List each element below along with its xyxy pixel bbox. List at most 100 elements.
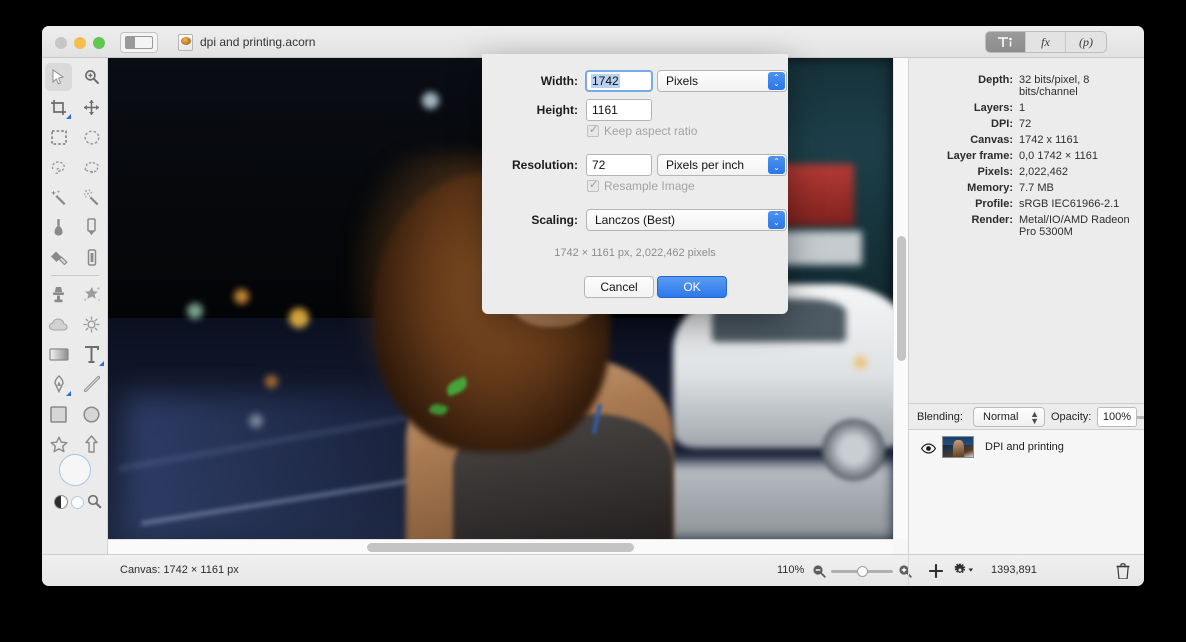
blending-mode-select[interactable]: Normal ▲ ▼ [973, 407, 1045, 427]
lasso-tool[interactable] [42, 152, 75, 182]
minimize-window-button[interactable] [74, 37, 86, 49]
resolution-label: Resolution: [512, 158, 578, 172]
resolution-unit-select[interactable]: Pixels per inch ⌃ ⌄ [657, 154, 787, 176]
horizontal-scrollbar-thumb[interactable] [367, 543, 634, 552]
layer-row[interactable]: DPI and printing [909, 430, 1144, 464]
pointer-coordinates: 1393,891 [991, 564, 1037, 576]
info-key: DPI: [991, 118, 1013, 130]
table-row: Pixels: 2,022,462 [909, 164, 1144, 180]
info-key: Profile: [975, 198, 1013, 210]
foreground-color-swatch[interactable] [54, 495, 68, 509]
zoom-slider[interactable] [812, 563, 912, 579]
photo-bokeh-light [186, 303, 203, 320]
stepper-icon[interactable]: ⌃ ⌄ [768, 72, 785, 90]
keep-aspect-ratio-label: Keep aspect ratio [604, 124, 698, 138]
filters-fx-button[interactable]: fx [1026, 32, 1066, 52]
layer-footer-toolbar: 1393,891 [908, 555, 1144, 586]
stepper-icon[interactable]: ⌃ ⌄ [768, 211, 785, 229]
info-value: 0,0 1742 × 1161 [1019, 150, 1099, 162]
blending-bar: Blending: Normal ▲ ▼ Opacity: 100% [909, 403, 1144, 430]
info-key: Memory: [967, 182, 1013, 194]
magnifier-icon[interactable] [87, 494, 102, 514]
canvas-horizontal-scrollbar[interactable] [108, 539, 893, 554]
zoom-slider-knob[interactable] [857, 566, 869, 577]
scaling-method-select[interactable]: Lanczos (Best) ⌃ ⌄ [586, 209, 787, 231]
resample-image-label: Resample Image [604, 179, 695, 193]
rectangle-shape-tool[interactable] [42, 399, 75, 429]
add-layer-button[interactable] [928, 563, 944, 581]
info-value: 2,022,462 [1019, 166, 1068, 178]
inspector-segmented-control[interactable]: fx (p) [985, 31, 1107, 53]
magic-wand-tool[interactable] [42, 182, 75, 212]
line-tool[interactable] [75, 369, 108, 399]
resolution-input[interactable]: 72 [586, 154, 652, 176]
zoom-out-icon[interactable] [812, 564, 826, 583]
close-window-button[interactable] [55, 37, 67, 49]
info-key: Layers: [973, 102, 1013, 114]
move-tool[interactable] [42, 62, 75, 92]
zoom-slider-track[interactable] [831, 566, 893, 577]
table-row: Layer frame: 0,0 1742 × 1161 [909, 148, 1144, 164]
ok-button[interactable]: OK [657, 276, 727, 298]
width-input[interactable]: 1742 [585, 70, 653, 92]
photo-car-wheel [822, 418, 886, 482]
scaling-label: Scaling: [531, 213, 578, 227]
checkbox-checked-icon [587, 178, 599, 192]
vertical-scrollbar-thumb[interactable] [897, 235, 906, 362]
tool-palette [42, 58, 108, 554]
stepper-icon[interactable]: ⌃ ⌄ [768, 156, 785, 174]
blur-tool[interactable] [42, 309, 75, 339]
table-row: Depth: 32 bits/pixel, 8 bits/channel [909, 72, 1144, 100]
dialog-summary-text: 1742 × 1161 px, 2,022,462 pixels [554, 247, 716, 259]
canvas-size-status: Canvas: 1742 × 1161 px [120, 564, 239, 576]
scatter-brush-tool[interactable] [75, 279, 108, 309]
cancel-button[interactable]: Cancel [584, 276, 654, 298]
width-unit-select[interactable]: Pixels ⌃ ⌄ [657, 70, 787, 92]
info-key: Depth: [978, 74, 1013, 86]
brush-size-well[interactable] [59, 454, 91, 486]
info-key: Canvas: [970, 134, 1013, 146]
width-label: Width: [540, 74, 578, 88]
opacity-value-input[interactable]: 100% [1097, 407, 1137, 427]
info-value: 1 [1019, 102, 1026, 114]
pencil-tool[interactable] [75, 212, 108, 242]
resolution-unit-value: Pixels per inch [666, 158, 745, 172]
paint-bucket-tool[interactable] [42, 212, 75, 242]
zoom-window-button[interactable] [93, 37, 105, 49]
tool-options-corner [66, 114, 71, 119]
text-tool[interactable] [75, 339, 108, 369]
rectangular-select-tool[interactable] [42, 122, 75, 152]
info-value: 72 [1019, 118, 1032, 130]
clone-stamp-tool[interactable] [42, 279, 75, 309]
layer-visibility-eye-icon[interactable] [920, 441, 937, 459]
zoom-tool[interactable] [75, 62, 108, 92]
info-key: Layer frame: [946, 150, 1013, 162]
background-color-swatch[interactable] [71, 496, 84, 509]
canvas-vertical-scrollbar[interactable] [893, 58, 908, 539]
polygon-lasso-tool[interactable] [75, 152, 108, 182]
tools-inspector-icon[interactable] [986, 32, 1026, 52]
info-key: Pixels: [977, 166, 1013, 178]
transform-tool[interactable] [75, 92, 108, 122]
gradient-tool[interactable] [42, 339, 75, 369]
smudge-tool[interactable] [75, 242, 108, 272]
layer-actions-gear-button[interactable] [953, 563, 974, 582]
ellipse-shape-tool[interactable] [75, 399, 108, 429]
crop-tool[interactable] [42, 92, 75, 122]
elliptical-select-tool[interactable] [75, 122, 108, 152]
resolution-input-value: 72 [592, 158, 606, 172]
opacity-label: Opacity: [1051, 411, 1092, 423]
eraser-tool[interactable] [42, 242, 75, 272]
delete-layer-trash-icon[interactable] [1116, 563, 1130, 584]
height-input[interactable]: 1161 [586, 99, 652, 121]
layer-list[interactable]: DPI and printing [909, 430, 1144, 554]
bezier-pen-tool[interactable] [42, 369, 75, 399]
dodge-burn-tool[interactable] [75, 309, 108, 339]
presets-palette-button[interactable]: (p) [1066, 32, 1106, 52]
table-row: Profile: sRGB IEC61966-2.1 [909, 196, 1144, 212]
sidebar-toggle-button[interactable] [120, 32, 158, 53]
blending-mode-value: Normal [983, 411, 1019, 423]
scaling-method-value: Lanczos (Best) [595, 213, 676, 227]
instant-alpha-tool[interactable] [75, 182, 108, 212]
photo-bokeh-light [233, 288, 249, 304]
